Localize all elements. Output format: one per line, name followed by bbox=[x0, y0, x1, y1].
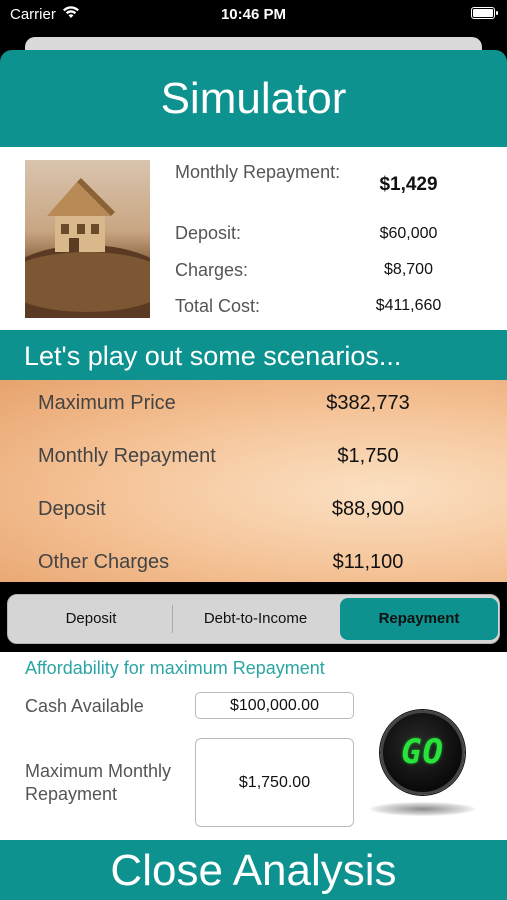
close-analysis-button[interactable]: Close Analysis bbox=[0, 840, 507, 900]
cash-available-field[interactable]: $100,000.00 bbox=[195, 692, 354, 719]
summary-label-deposit: Deposit: bbox=[175, 223, 242, 243]
go-label: GO bbox=[401, 732, 444, 772]
summary-label-monthly-repayment: Monthly Repayment: bbox=[175, 162, 341, 182]
tab-deposit[interactable]: Deposit bbox=[11, 598, 171, 640]
status-time: 10:46 PM bbox=[220, 6, 287, 23]
scenarios-banner: Let's play out some scenarios... bbox=[0, 330, 507, 380]
cash-available-label: Cash Available bbox=[25, 696, 144, 716]
summary-value-charges: $8,700 bbox=[384, 261, 433, 278]
affordability-title: Affordability for maximum Repayment bbox=[25, 658, 325, 678]
status-bar: Carrier 10:46 PM bbox=[0, 0, 507, 30]
analysis-segmented-control: Deposit Debt-to-Income Repayment bbox=[7, 594, 500, 644]
scenario-label-other-charges: Other Charges bbox=[38, 551, 170, 573]
battery-icon bbox=[471, 7, 498, 19]
go-button-shadow bbox=[370, 802, 475, 816]
scenarios-panel: Maximum Price $382,773 Monthly Repayment… bbox=[0, 380, 507, 582]
scenario-label-deposit: Deposit bbox=[38, 498, 106, 520]
scenario-value-maximum-price: $382,773 bbox=[326, 392, 410, 414]
scenario-value-other-charges: $11,100 bbox=[332, 551, 404, 573]
page-title: Simulator bbox=[0, 50, 507, 147]
scenario-label-monthly-repayment: Monthly Repayment bbox=[38, 445, 216, 467]
tab-debt-to-income[interactable]: Debt-to-Income bbox=[173, 598, 338, 640]
max-monthly-repayment-label: Maximum Monthly Repayment bbox=[25, 761, 172, 804]
summary-label-total-cost: Total Cost: bbox=[175, 296, 261, 316]
max-monthly-repayment-field[interactable]: $1,750.00 bbox=[195, 738, 354, 827]
scenario-label-maximum-price: Maximum Price bbox=[38, 392, 176, 414]
scenario-value-monthly-repayment: $1,750 bbox=[337, 445, 399, 467]
summary-value-monthly-repayment: $1,429 bbox=[379, 174, 438, 195]
affordability-panel: Affordability for maximum Repayment Cash… bbox=[0, 652, 507, 840]
scenario-value-deposit: $88,900 bbox=[331, 498, 405, 520]
summary-value-deposit: $60,000 bbox=[379, 225, 438, 242]
go-button[interactable]: GO bbox=[380, 710, 465, 795]
house-photo-icon bbox=[25, 160, 150, 318]
summary-label-charges: Charges: bbox=[175, 260, 249, 280]
summary-panel: Monthly Repayment: $1,429 Deposit: $60,0… bbox=[0, 147, 507, 330]
tab-repayment[interactable]: Repayment bbox=[340, 598, 498, 640]
summary-value-total-cost: $411,660 bbox=[375, 297, 442, 314]
